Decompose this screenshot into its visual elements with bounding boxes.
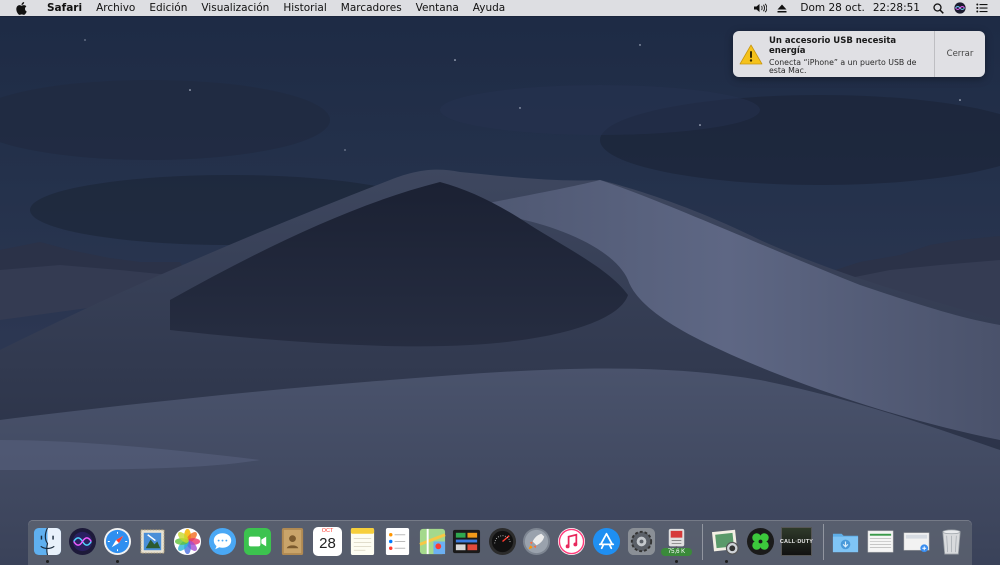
call-of-duty-game-icon[interactable]: CALL·DUTY <box>779 527 814 556</box>
volume-icon[interactable] <box>748 0 772 16</box>
menu-bar: Safari Archivo Edición Visualización His… <box>0 0 1000 16</box>
menu-marcadores[interactable]: Marcadores <box>334 0 409 16</box>
menu-ventana[interactable]: Ventana <box>409 0 466 16</box>
siri-app-icon[interactable] <box>68 527 97 556</box>
clover-app-icon[interactable] <box>746 527 775 556</box>
menu-ayuda[interactable]: Ayuda <box>466 0 512 16</box>
apple-menu-icon[interactable] <box>13 0 29 16</box>
messages-icon[interactable] <box>208 527 237 556</box>
facetime-icon[interactable] <box>243 527 272 556</box>
preview-icon[interactable] <box>138 527 167 556</box>
notification-message: Conecta “iPhone” a un puerto USB de esta… <box>769 57 917 76</box>
menu-archivo[interactable]: Archivo <box>89 0 142 16</box>
game-title: CALL·DUTY <box>779 538 814 545</box>
dock-separator <box>702 524 703 560</box>
dashboard-icon[interactable] <box>488 527 517 556</box>
siri-icon[interactable] <box>949 0 971 16</box>
screenshots-folder-icon[interactable] <box>902 527 931 556</box>
dashboard-widget-icon[interactable] <box>452 527 481 556</box>
contacts-icon[interactable] <box>278 527 307 556</box>
calendar-icon[interactable]: OCT 28 <box>313 527 342 556</box>
menu-historial[interactable]: Historial <box>276 0 333 16</box>
eject-icon[interactable] <box>772 0 792 16</box>
reminders-icon[interactable] <box>383 527 412 556</box>
downloads-folder-icon[interactable] <box>831 527 860 556</box>
network-speed-badge: 75,6 K <box>661 548 692 556</box>
menu-edicion[interactable]: Edición <box>142 0 194 16</box>
safari-icon[interactable] <box>103 527 132 556</box>
system-preferences-icon[interactable] <box>627 527 656 556</box>
finder-running-indicator <box>46 560 49 563</box>
calendar-month: OCT <box>321 528 334 534</box>
safari-running-indicator <box>116 560 119 563</box>
notification-title: Un accesorio USB necesita energía <box>769 36 897 56</box>
app-menu-safari[interactable]: Safari <box>40 0 89 16</box>
finder-icon[interactable] <box>33 527 62 556</box>
trash-icon[interactable] <box>937 527 966 556</box>
launchpad-icon[interactable] <box>522 527 551 556</box>
spotlight-search-icon[interactable] <box>928 0 949 16</box>
maps-icon[interactable] <box>418 527 447 556</box>
photos-icon[interactable] <box>173 527 202 556</box>
image-viewer-icon[interactable] <box>711 527 740 556</box>
app-store-icon[interactable] <box>592 527 621 556</box>
clock-time[interactable]: 22:28:51 <box>869 0 928 16</box>
menu-visualizacion[interactable]: Visualización <box>194 0 276 16</box>
desktop-wallpaper <box>0 0 1000 565</box>
notes-icon[interactable] <box>348 527 377 556</box>
documents-stack-icon[interactable] <box>866 527 895 556</box>
clock-date[interactable]: Dom 28 oct. <box>792 0 868 16</box>
notification-center-icon[interactable] <box>971 0 1000 16</box>
usb-power-notification[interactable]: Un accesorio USB necesita energía Conect… <box>733 31 985 77</box>
network-monitor-running-indicator <box>675 560 678 563</box>
calendar-day: 28 <box>319 535 336 552</box>
warning-icon <box>733 31 769 77</box>
notification-close-button[interactable]: Cerrar <box>934 31 985 77</box>
itunes-icon[interactable] <box>557 527 586 556</box>
dock-separator <box>823 524 824 560</box>
image-viewer-running-indicator <box>725 560 728 563</box>
